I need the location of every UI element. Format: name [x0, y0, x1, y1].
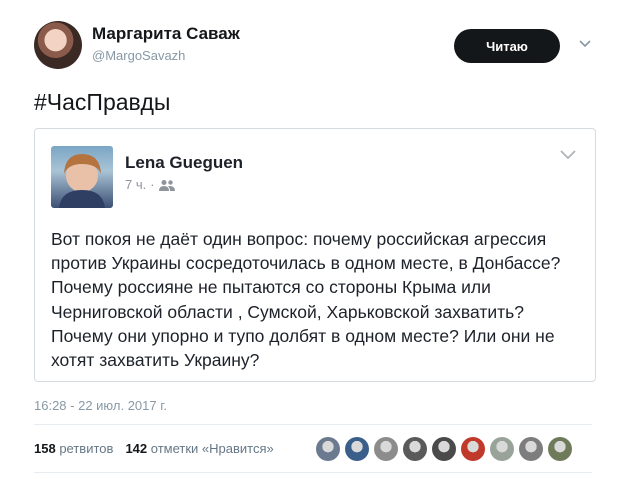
- likes-label: отметки «Нравится»: [150, 441, 274, 456]
- liker-avatar[interactable]: [403, 437, 427, 461]
- display-name[interactable]: Маргарита Саваж: [92, 24, 240, 44]
- friends-audience-icon: [158, 179, 175, 191]
- quoted-post-meta: 7 ч. ·: [125, 177, 175, 192]
- avatar[interactable]: [34, 21, 82, 69]
- liker-avatar[interactable]: [345, 437, 369, 461]
- liker-avatar[interactable]: [316, 437, 340, 461]
- separator-dot: ·: [150, 177, 155, 192]
- avatar: [51, 146, 113, 208]
- embedded-post-image[interactable]: Lena Gueguen 7 ч. · Вот покоя не даёт од…: [34, 128, 596, 382]
- retweets-label: ретвитов: [59, 441, 114, 456]
- following-button[interactable]: Читаю: [454, 29, 560, 63]
- quoted-author-name: Lena Gueguen: [125, 153, 244, 172]
- chevron-down-icon[interactable]: [578, 36, 592, 50]
- retweets-count: 158: [34, 441, 56, 456]
- tweet-text[interactable]: #ЧасПравды: [34, 89, 170, 116]
- divider: [34, 424, 592, 425]
- liker-avatar[interactable]: [432, 437, 456, 461]
- liker-avatar[interactable]: [490, 437, 514, 461]
- liker-avatar[interactable]: [374, 437, 398, 461]
- likers-avatars: [316, 437, 572, 461]
- tweet-timestamp[interactable]: 16:28 - 22 июл. 2017 г.: [34, 398, 167, 413]
- username-handle[interactable]: @MargoSavazh: [92, 48, 185, 63]
- tweet-stats: 158 ретвитов 142 отметки «Нравится»: [34, 441, 274, 456]
- liker-avatar[interactable]: [461, 437, 485, 461]
- liker-avatar[interactable]: [519, 437, 543, 461]
- chevron-down-icon: [560, 150, 576, 160]
- quoted-post-body: Вот покоя не даёт один вопрос: почему ро…: [51, 229, 561, 371]
- likes-stat[interactable]: 142 отметки «Нравится»: [125, 441, 273, 456]
- tweet-header: Маргарита Саваж @MargoSavazh Читаю: [34, 20, 604, 72]
- quoted-post-time: 7 ч.: [125, 177, 147, 192]
- likes-count: 142: [125, 441, 148, 456]
- retweets-stat[interactable]: 158 ретвитов: [34, 441, 113, 456]
- liker-avatar[interactable]: [548, 437, 572, 461]
- divider: [34, 472, 592, 473]
